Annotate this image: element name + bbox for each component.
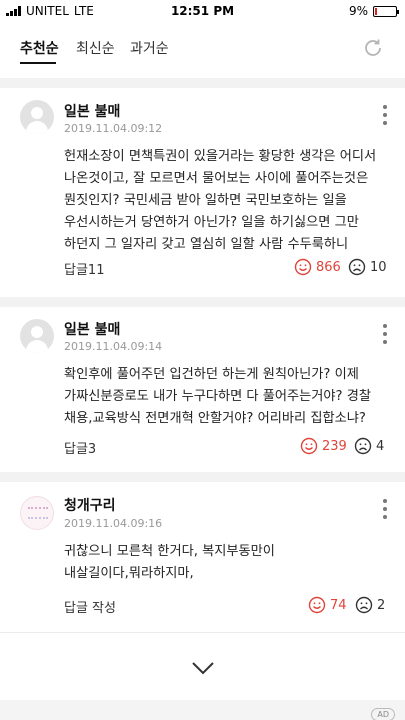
comment-text: 헌재소장이 면책특권이 있을거라는 황당한 생각은 어디서 나온것이고, 잘 모… (64, 149, 377, 252)
status-bar: UNITEL LTE 12:51 PM 9% (0, 0, 405, 22)
clock: 12:51 PM (170, 4, 235, 18)
dislike-count: 2 (377, 597, 386, 613)
sort-tabs: 추천순 최신순 과거순 (0, 22, 405, 78)
section-divider (0, 78, 405, 88)
reply-button[interactable]: 답글3 (64, 438, 96, 457)
comment-date: 2019.11.04.09:12 (64, 122, 163, 135)
avatar (20, 496, 54, 530)
like-count: 74 (330, 597, 347, 613)
comment-item: 일본 불매 2019.11.04.09:14 확인후에 풀어주던 입건하던 하는… (0, 307, 405, 472)
dislike-count: 4 (376, 438, 385, 454)
comment-date: 2019.11.04.09:16 (64, 517, 163, 530)
more-options-icon[interactable] (383, 324, 387, 348)
smile-icon (308, 596, 326, 614)
refresh-icon[interactable] (361, 36, 385, 60)
active-tab-indicator (20, 62, 56, 64)
battery-icon (373, 5, 399, 17)
chevron-down-icon[interactable] (190, 660, 216, 676)
comment-date: 2019.11.04.09:14 (64, 340, 163, 353)
comment-item: 청개구리 2019.11.04.09:16 귀찮으니 모른척 한거다, 복지부동… (0, 482, 405, 632)
like-button[interactable]: 239 (300, 437, 347, 455)
ad-banner[interactable] (0, 700, 405, 720)
comment-item: 일본 불매 2019.11.04.09:12 헌재소장이 면책특권이 있을거라는… (0, 88, 405, 297)
dislike-button[interactable]: 4 (354, 437, 384, 455)
like-button[interactable]: 74 (308, 596, 347, 614)
tab-latest[interactable]: 최신순 (76, 38, 115, 58)
frown-icon (354, 437, 372, 455)
comment-author[interactable]: 청개구리 (64, 495, 116, 515)
ad-badge: AD (371, 708, 395, 720)
comment-text: 확인후에 풀어주던 입건하던 하는게 원칙아닌가? 이제 가짜신분증로도 내가 … (64, 367, 372, 426)
section-divider (0, 632, 405, 633)
dislike-button[interactable]: 10 (348, 258, 387, 276)
section-divider (0, 472, 405, 482)
tab-oldest[interactable]: 과거순 (130, 38, 169, 58)
frown-icon (348, 258, 366, 276)
comment-author[interactable]: 일본 불매 (64, 101, 120, 121)
reply-button[interactable]: 답글11 (64, 259, 104, 278)
comment-author[interactable]: 일본 불매 (64, 319, 120, 339)
avatar (20, 100, 54, 134)
like-count: 239 (322, 438, 347, 454)
like-button[interactable]: 866 (294, 258, 341, 276)
dislike-button[interactable]: 2 (355, 596, 385, 614)
dislike-count: 10 (370, 259, 387, 275)
section-divider (0, 297, 405, 307)
comment-text: 귀찮으니 모른척 한거다, 복지부동만이 내살길이다,뭐라하지마, (64, 544, 275, 581)
smile-icon (294, 258, 312, 276)
reply-button[interactable]: 답글 작성 (64, 597, 116, 616)
more-options-icon[interactable] (383, 499, 387, 523)
more-options-icon[interactable] (383, 105, 387, 129)
tab-recommended[interactable]: 추천순 (20, 38, 59, 58)
smile-icon (300, 437, 318, 455)
avatar (20, 319, 54, 353)
battery-percent: 9% (348, 4, 368, 18)
frown-icon (355, 596, 373, 614)
like-count: 866 (316, 259, 341, 275)
